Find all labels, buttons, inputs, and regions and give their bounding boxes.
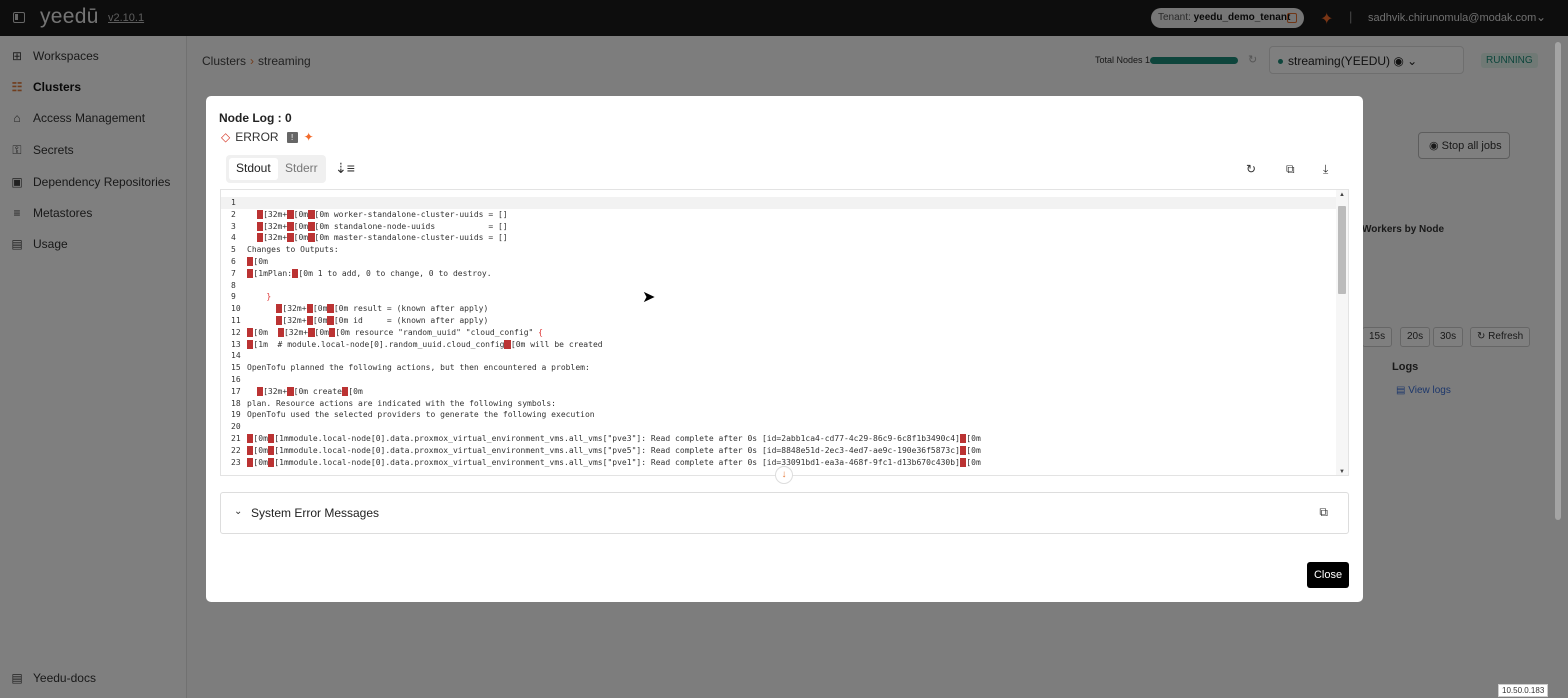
log-line-number: 9 — [231, 292, 236, 302]
log-scrollbar-thumb[interactable] — [1338, 206, 1346, 294]
log-line: 14 — [221, 350, 247, 362]
log-line-number: 4 — [231, 233, 236, 243]
log-line-text: ␛[32m+␛[0m␛[0m result = (known after app… — [275, 304, 489, 314]
log-line: 15 OpenTofu planned the following actions… — [221, 362, 590, 374]
mouse-cursor-icon: ➤ — [642, 289, 656, 306]
log-line: 22 ␛[0m␛[1mmodule.local-node[0].data.prox… — [221, 445, 981, 457]
log-line-text: ␛[0m␛[1mmodule.local-node[0].data.proxmo… — [247, 445, 981, 455]
log-line-text: plan. Resource actions are indicated wit… — [247, 398, 556, 408]
tab-stdout[interactable]: Stdout — [229, 158, 278, 180]
log-line: 7 ␛[1mPlan:␛[0m 1 to add, 0 to change, 0 … — [221, 268, 492, 280]
log-line-text: ␛[1m # module.local-node[0].random_uuid.… — [247, 339, 603, 349]
log-line-text: ␛[0m␛[1mmodule.local-node[0].data.proxmo… — [247, 434, 981, 443]
log-line-text: ␛[1mPlan:␛[0m 1 to add, 0 to change, 0 t… — [247, 268, 492, 278]
log-line-number: 11 — [231, 316, 241, 325]
log-line-number: 5 — [231, 245, 236, 255]
log-line-number: 1 — [231, 198, 236, 207]
log-line-number: 21 — [231, 434, 241, 443]
copy-icon[interactable]: ⧉ — [1319, 505, 1328, 520]
log-tabs: Stdout Stderr — [226, 155, 326, 183]
node-log-modal: Node Log : 0 ◇ ERROR ! ✦ Stdout Stderr ⇣… — [206, 96, 1363, 602]
log-line: 21 ␛[0m␛[1mmodule.local-node[0].data.prox… — [221, 433, 981, 445]
scroll-to-bottom-icon[interactable]: ↓ — [775, 466, 793, 484]
log-scrollbar[interactable]: ▲ ▼ — [1336, 190, 1348, 475]
system-error-messages-label: System Error Messages — [251, 506, 380, 520]
error-icon: ◇ — [221, 130, 231, 144]
sort-icon[interactable]: ⇣≡ — [335, 160, 355, 177]
log-line-text: ␛[32m+␛[0m␛[0m standalone-node-uuids = [… — [256, 221, 508, 231]
log-line-number: 14 — [231, 351, 241, 361]
log-line-number: 2 — [231, 209, 236, 219]
log-line-number: 16 — [231, 375, 241, 384]
download-icon[interactable]: ⤓ — [1323, 162, 1328, 177]
log-line-text: } — [266, 292, 272, 302]
tab-stderr[interactable]: Stderr — [278, 158, 325, 180]
log-line: 13 ␛[1m # module.local-node[0].random_uui… — [221, 339, 603, 351]
log-line: 2 ␛[32m+␛[0m␛[0m worker-standalone-clust… — [221, 209, 508, 221]
modal-title: Node Log : 0 — [219, 111, 292, 125]
error-status: ◇ ERROR ! ✦ — [221, 130, 314, 144]
copy-icon[interactable]: ⧉ — [1286, 162, 1295, 177]
log-line-text: ␛[32m+␛[0m create␛[0m — [256, 386, 363, 396]
log-line: 8 — [221, 280, 247, 292]
log-line-text: ␛[32m+␛[0m␛[0m id = (known after apply) — [275, 316, 489, 325]
log-line: 19 OpenTofu used the selected providers t… — [221, 409, 595, 421]
ip-badge: 10.50.0.183 — [1498, 684, 1549, 697]
refresh-icon[interactable]: ↻ — [1246, 162, 1256, 176]
log-line-text: OpenTofu used the selected providers to … — [247, 410, 595, 420]
log-line-number: 19 — [231, 410, 241, 420]
page-scrollbar[interactable] — [1555, 42, 1561, 520]
log-viewer[interactable]: 23 ␛[0m␛[1mmodule.local-node[0].data.prox… — [220, 189, 1349, 476]
log-line: 6 ␛[0m — [221, 256, 268, 268]
log-line-text: ␛[0m ␛[32m+␛[0m␛[0m resource "random_uui… — [247, 327, 543, 337]
log-line-number: 18 — [231, 398, 241, 408]
chevron-down-icon[interactable]: ⌄ — [234, 506, 242, 517]
log-line-number: 17 — [231, 386, 241, 396]
scroll-up-icon[interactable]: ▲ — [1339, 192, 1345, 198]
message-icon[interactable]: ! — [286, 131, 298, 143]
log-line: 17 ␛[32m+␛[0m create␛[0m — [221, 386, 363, 398]
log-line-number: 3 — [231, 221, 236, 231]
log-line: 4 ␛[32m+␛[0m␛[0m master-standalone-clust… — [221, 232, 508, 244]
log-line: 10 ␛[32m+␛[0m␛[0m result = (known after … — [221, 303, 488, 315]
close-button[interactable]: Close — [1307, 562, 1349, 588]
log-line-number: 13 — [231, 339, 241, 349]
log-line: 20 — [221, 421, 247, 433]
log-line-text: ␛[0m — [247, 257, 268, 266]
log-line: 1 — [221, 197, 1338, 209]
log-line-number: 7 — [231, 268, 236, 278]
log-line-number: 6 — [231, 257, 236, 266]
log-line: 18 plan. Resource actions are indicated w… — [221, 398, 556, 410]
log-line-text: OpenTofu planned the following actions, … — [247, 363, 590, 373]
system-error-messages-panel[interactable]: ⌄ System Error Messages ⧉ — [220, 492, 1349, 534]
log-line-number: 15 — [231, 363, 241, 373]
log-line-number: 10 — [231, 304, 241, 314]
log-line: 16 — [221, 374, 247, 386]
log-line-text: Changes to Outputs: — [247, 245, 339, 255]
log-line-number: 23 — [231, 457, 241, 467]
scroll-down-icon[interactable]: ▼ — [1339, 469, 1345, 475]
log-line-number: 8 — [231, 280, 236, 290]
log-line-text: ␛[32m+␛[0m␛[0m master-standalone-cluster… — [256, 233, 508, 243]
spark-icon[interactable]: ✦ — [304, 130, 314, 144]
error-label: ERROR — [235, 130, 279, 144]
log-line: 3 ␛[32m+␛[0m␛[0m standalone-node-uuids =… — [221, 221, 508, 233]
log-line-number: 22 — [231, 445, 241, 455]
log-line: 5 Changes to Outputs: — [221, 244, 339, 256]
log-line-text: ␛[0m␛[1mmodule.local-node[0].data.proxmo… — [247, 457, 981, 467]
log-line-number: 12 — [231, 327, 241, 337]
log-line: 9 } — [221, 291, 271, 303]
log-line-number: 20 — [231, 422, 241, 432]
log-line: 23 ␛[0m␛[1mmodule.local-node[0].data.prox… — [221, 457, 981, 469]
log-line-text: ␛[32m+␛[0m␛[0m worker-standalone-cluster… — [256, 209, 508, 219]
log-line: 11 ␛[32m+␛[0m␛[0m id = (known after appl… — [221, 315, 488, 327]
log-line: 12 ␛[0m ␛[32m+␛[0m␛[0m resource "random_u… — [221, 327, 543, 339]
